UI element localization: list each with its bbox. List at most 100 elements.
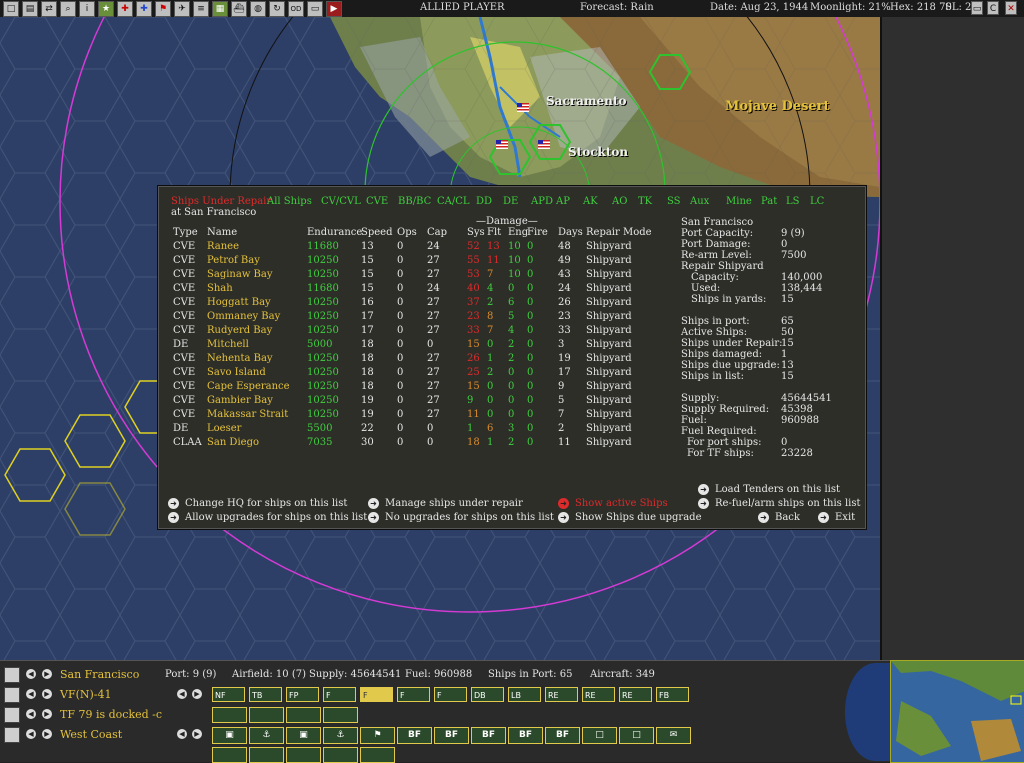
next-ground-button[interactable]: ▶ [192, 729, 202, 739]
air-slot-f[interactable]: F [434, 687, 467, 702]
ground-slot-bf[interactable]: BF [471, 727, 506, 744]
ship-slot[interactable] [249, 707, 284, 723]
tab-cv-cvl[interactable]: CV/CVL [321, 196, 361, 207]
table-row[interactable]: CVE Rudyerd Bay 10250 17 0 27 33 7 4 0 33 Shipyard [158, 325, 658, 339]
air-slot-fp[interactable]: FP [286, 687, 319, 702]
refuel-button[interactable]: ➜ Re-fuel/arm ships on this list [698, 498, 861, 509]
next-command-button[interactable]: ▶ [42, 729, 52, 739]
table-row[interactable]: CVE Hoggatt Bay 10250 16 0 27 37 2 6 0 26 Shipyard [158, 297, 658, 311]
red-cross-icon[interactable]: ✚ [117, 0, 133, 17]
next-tf-button[interactable]: ▶ [42, 709, 52, 719]
air-slot-f[interactable]: F [397, 687, 430, 702]
mail-icon[interactable]: ✉ [656, 727, 691, 744]
unit-slot[interactable]: ⚑ [360, 727, 395, 744]
unit-slot[interactable]: ⚓ [249, 727, 284, 744]
ground-slot-bf[interactable]: BF [397, 727, 432, 744]
globe-icon[interactable]: ◍ [250, 0, 266, 17]
tab-cve[interactable]: CVE [366, 196, 388, 207]
swap-icon[interactable]: ⇄ [41, 0, 57, 17]
cell-name[interactable]: San Diego [207, 437, 259, 448]
ship-icon[interactable]: ⛴ [231, 0, 247, 17]
prev-air-button[interactable]: ◀ [26, 689, 36, 699]
manage-repair-button[interactable]: ➜ Manage ships under repair [368, 498, 523, 509]
change-hq-button[interactable]: ➜ Change HQ for ships on this list [168, 498, 347, 509]
prev-command-button[interactable]: ◀ [26, 729, 36, 739]
next-air-button[interactable]: ▶ [42, 689, 52, 699]
back-button[interactable]: ➜ Back [758, 512, 800, 523]
prev-base-button[interactable]: ◀ [26, 669, 36, 679]
lines-icon[interactable]: ≡ [193, 0, 209, 17]
table-row[interactable]: CVE Shah 11680 15 0 24 40 4 0 0 24 Shipyard [158, 283, 658, 297]
close-icon[interactable]: ✕ [1005, 1, 1017, 15]
search-icon[interactable]: ⌕ [60, 0, 76, 17]
prev-ground-button[interactable]: ◀ [177, 729, 187, 739]
tab-aux[interactable]: Aux [690, 196, 709, 207]
no-upgrades-button[interactable]: ➜ No upgrades for ships on this list [368, 512, 554, 523]
refresh-icon[interactable]: ↻ [269, 0, 285, 17]
minimize-icon[interactable]: C [987, 1, 999, 15]
air-slot-f[interactable]: F [323, 687, 356, 702]
cell-name[interactable]: Gambier Bay [207, 395, 273, 406]
table-row[interactable]: CVE Petrof Bay 10250 15 0 27 55 11 10 0 49 Shipyard [158, 255, 658, 269]
cell-name[interactable]: Rudyerd Bay [207, 325, 272, 336]
star-icon[interactable]: ★ [98, 0, 114, 17]
next-slot-button[interactable]: ▶ [192, 689, 202, 699]
cell-name[interactable]: Loeser [207, 423, 241, 434]
box-icon[interactable]: □ [3, 0, 19, 17]
mini-map[interactable] [890, 660, 1024, 763]
table-row[interactable]: CLAA San Diego 7035 30 0 0 18 1 2 0 11 Shipyard [158, 437, 658, 451]
tab-tk[interactable]: TK [638, 196, 652, 207]
air-slot-re[interactable]: RE [619, 687, 652, 702]
table-row[interactable]: CVE Ranee 11680 13 0 24 52 13 10 0 48 Shipyard [158, 241, 658, 255]
cell-name[interactable]: Shah [207, 283, 233, 294]
air-slot-lb[interactable]: LB [508, 687, 541, 702]
tab-ao[interactable]: AO [612, 196, 627, 207]
flag-icon[interactable]: ⚑ [155, 0, 171, 17]
table-row[interactable]: CVE Nehenta Bay 10250 18 0 27 26 1 2 0 19 Shipyard [158, 353, 658, 367]
tab-de[interactable]: DE [503, 196, 518, 207]
tab-mine[interactable]: Mine [726, 196, 752, 207]
ship-slot[interactable] [212, 707, 247, 723]
cell-name[interactable]: Saginaw Bay [207, 269, 273, 280]
show-due-upgrade-button[interactable]: ➜ Show Ships due upgrade [558, 512, 702, 523]
tab-ca-cl[interactable]: CA/CL [437, 196, 470, 207]
unit-slot[interactable]: □ [619, 727, 654, 744]
cell-name[interactable]: Hoggatt Bay [207, 297, 271, 308]
tab-bb-bc[interactable]: BB/BC [398, 196, 431, 207]
ground-slot-bf[interactable]: BF [508, 727, 543, 744]
restore-icon[interactable]: ▭ [971, 1, 983, 15]
prev-tf-button[interactable]: ◀ [26, 709, 36, 719]
cell-name[interactable]: Ranee [207, 241, 239, 252]
cell-name[interactable]: Cape Esperance [207, 381, 290, 392]
command-flag-icon[interactable] [4, 727, 20, 743]
card-icon[interactable]: ▭ [307, 0, 323, 17]
table-row[interactable]: CVE Gambier Bay 10250 19 0 27 9 0 0 0 5 Shipyard [158, 395, 658, 409]
command-name[interactable]: West Coast [60, 728, 122, 741]
od-button[interactable]: OD [288, 0, 304, 17]
cell-name[interactable]: Savo Island [207, 367, 266, 378]
cell-name[interactable]: Ommaney Bay [207, 311, 280, 322]
air-slot-re[interactable]: RE [545, 687, 578, 702]
ground-slot-bf[interactable]: BF [434, 727, 469, 744]
unit-slot[interactable]: □ [582, 727, 617, 744]
cell-name[interactable]: Makassar Strait [207, 409, 288, 420]
document-icon[interactable]: ▤ [22, 0, 38, 17]
allow-upgrades-button[interactable]: ➜ Allow upgrades for ships on this list [168, 512, 367, 523]
table-row[interactable]: CVE Saginaw Bay 10250 15 0 27 53 7 10 0 43 Shipyard [158, 269, 658, 283]
tab-apd[interactable]: APD [531, 196, 553, 207]
info-icon[interactable]: i [79, 0, 95, 17]
table-row[interactable]: CVE Makassar Strait 10250 19 0 27 11 0 0 0 7 Shipya… [158, 409, 658, 423]
unit-slot[interactable]: ⚓ [323, 727, 358, 744]
ship-slot[interactable] [286, 707, 321, 723]
plane-icon[interactable]: ✈ [174, 0, 190, 17]
anchor-icon[interactable] [4, 667, 20, 683]
air-slot-tb[interactable]: TB [249, 687, 282, 702]
air-slot-re[interactable]: RE [582, 687, 615, 702]
air-slot-nf[interactable]: NF [212, 687, 245, 702]
tab-ls[interactable]: LS [786, 196, 800, 207]
play-button[interactable]: ▶ [326, 0, 342, 17]
ground-slot-bf[interactable]: BF [545, 727, 580, 744]
cell-name[interactable]: Nehenta Bay [207, 353, 273, 364]
table-row[interactable]: CVE Savo Island 10250 18 0 27 25 2 0 0 17 Shipyard [158, 367, 658, 381]
cell-name[interactable]: Petrof Bay [207, 255, 260, 266]
